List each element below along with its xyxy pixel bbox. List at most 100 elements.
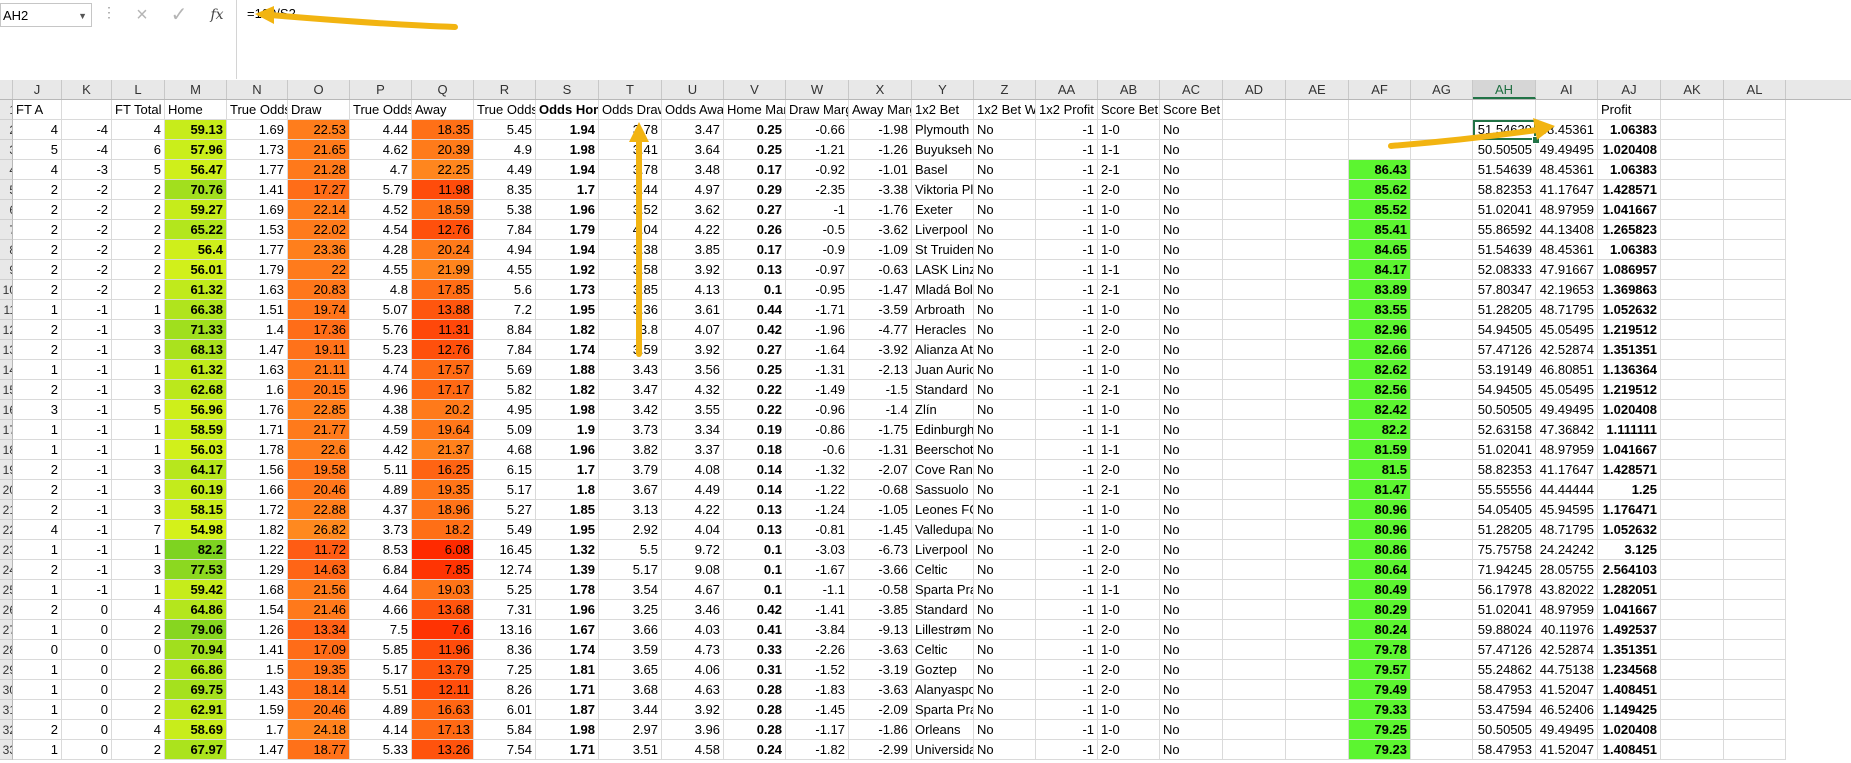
cell-r[interactable]: 8.26 bbox=[474, 680, 536, 700]
cell-k[interactable]: 0 bbox=[62, 720, 112, 740]
cell-x[interactable]: -2.99 bbox=[849, 740, 912, 760]
cell-ae[interactable] bbox=[1286, 600, 1349, 620]
cell-n[interactable]: 1.69 bbox=[227, 200, 288, 220]
cell-l[interactable]: 2 bbox=[112, 740, 165, 760]
cell-ag[interactable] bbox=[1411, 240, 1473, 260]
cell-ab[interactable]: 2-1 bbox=[1098, 380, 1160, 400]
cell-n[interactable]: 1.63 bbox=[227, 280, 288, 300]
cell-y[interactable]: Standard bbox=[912, 380, 974, 400]
cell-ak[interactable] bbox=[1661, 640, 1724, 660]
cell-al[interactable] bbox=[1724, 340, 1786, 360]
cell-ab[interactable]: 1-0 bbox=[1098, 120, 1160, 140]
cell-j[interactable]: 2 bbox=[13, 180, 62, 200]
cell-q[interactable]: 20.39 bbox=[412, 140, 474, 160]
cell-y[interactable]: Arbroath bbox=[912, 300, 974, 320]
cell-q[interactable]: 20.24 bbox=[412, 240, 474, 260]
cell-n[interactable]: 1.41 bbox=[227, 640, 288, 660]
cell-w[interactable]: -2.26 bbox=[786, 640, 849, 660]
cell-aj[interactable]: 1.408451 bbox=[1598, 740, 1661, 760]
cell-aa[interactable]: -1 bbox=[1036, 580, 1098, 600]
cell-k[interactable]: -1 bbox=[62, 380, 112, 400]
cell-ae[interactable] bbox=[1286, 120, 1349, 140]
cell-t[interactable]: 3.58 bbox=[599, 260, 662, 280]
cell-ad[interactable] bbox=[1223, 120, 1286, 140]
cell-p[interactable]: 4.89 bbox=[350, 480, 412, 500]
cell-n[interactable]: 1.54 bbox=[227, 600, 288, 620]
cell-ai[interactable]: 45.05495 bbox=[1536, 380, 1598, 400]
cell-ai[interactable]: 48.71795 bbox=[1536, 300, 1598, 320]
cell-y[interactable]: Sparta Prague bbox=[912, 700, 974, 720]
cell-af[interactable]: 81.59 bbox=[1349, 440, 1411, 460]
cell-ah[interactable]: 54.94505 bbox=[1473, 320, 1536, 340]
cell-j[interactable]: 1 bbox=[13, 700, 62, 720]
cell-p[interactable]: 4.66 bbox=[350, 600, 412, 620]
cell-k[interactable]: -1 bbox=[62, 520, 112, 540]
cell-p[interactable]: 4.14 bbox=[350, 720, 412, 740]
cell-m[interactable]: 59.27 bbox=[165, 200, 227, 220]
cell-al[interactable] bbox=[1724, 560, 1786, 580]
cell-l[interactable]: 1 bbox=[112, 540, 165, 560]
cell-al[interactable] bbox=[1724, 420, 1786, 440]
cell-ae[interactable] bbox=[1286, 380, 1349, 400]
cell-n[interactable]: 1.47 bbox=[227, 340, 288, 360]
cell-ad[interactable] bbox=[1223, 560, 1286, 580]
cell-ac[interactable]: No bbox=[1160, 560, 1223, 580]
cell-ah[interactable]: 51.54639 bbox=[1473, 120, 1536, 140]
cell-ab[interactable]: 1-0 bbox=[1098, 720, 1160, 740]
cell-z[interactable]: No bbox=[974, 640, 1036, 660]
cell-w[interactable]: -1.45 bbox=[786, 700, 849, 720]
cell-af[interactable]: 83.89 bbox=[1349, 280, 1411, 300]
cell-m[interactable]: 61.32 bbox=[165, 280, 227, 300]
cell-ai[interactable]: 42.52874 bbox=[1536, 640, 1598, 660]
cell-q[interactable]: 21.99 bbox=[412, 260, 474, 280]
cell-af[interactable]: 83.55 bbox=[1349, 300, 1411, 320]
column-label-cell[interactable] bbox=[1536, 100, 1598, 120]
cell-k[interactable]: 0 bbox=[62, 660, 112, 680]
cell-s[interactable]: 1.87 bbox=[536, 700, 599, 720]
cell-x[interactable]: -1.76 bbox=[849, 200, 912, 220]
cell-m[interactable]: 56.01 bbox=[165, 260, 227, 280]
cell-ab[interactable]: 1-1 bbox=[1098, 260, 1160, 280]
cell-t[interactable]: 3.65 bbox=[599, 660, 662, 680]
cell-y[interactable]: Liverpool bbox=[912, 540, 974, 560]
cell-l[interactable]: 2 bbox=[112, 180, 165, 200]
cell-ak[interactable] bbox=[1661, 720, 1724, 740]
cell-m[interactable]: 64.86 bbox=[165, 600, 227, 620]
cell-aj[interactable]: 1.492537 bbox=[1598, 620, 1661, 640]
column-header-y[interactable]: Y bbox=[912, 80, 974, 99]
column-label-cell[interactable] bbox=[1223, 100, 1286, 120]
cell-ag[interactable] bbox=[1411, 260, 1473, 280]
cell-z[interactable]: No bbox=[974, 560, 1036, 580]
row-header[interactable]: 23 bbox=[0, 540, 13, 560]
cell-aa[interactable]: -1 bbox=[1036, 720, 1098, 740]
cell-m[interactable]: 70.94 bbox=[165, 640, 227, 660]
cell-w[interactable]: -1.49 bbox=[786, 380, 849, 400]
column-label-cell[interactable] bbox=[1411, 100, 1473, 120]
cell-aj[interactable]: 1.149425 bbox=[1598, 700, 1661, 720]
cell-w[interactable]: -1.71 bbox=[786, 300, 849, 320]
cell-p[interactable]: 5.11 bbox=[350, 460, 412, 480]
cell-ab[interactable]: 1-1 bbox=[1098, 140, 1160, 160]
column-label-cell[interactable]: Odds Home bbox=[536, 100, 599, 120]
row-header[interactable]: 15 bbox=[0, 380, 13, 400]
cell-aa[interactable]: -1 bbox=[1036, 600, 1098, 620]
cell-ae[interactable] bbox=[1286, 420, 1349, 440]
cell-ab[interactable]: 2-0 bbox=[1098, 320, 1160, 340]
cell-k[interactable]: -2 bbox=[62, 260, 112, 280]
cell-v[interactable]: 0.13 bbox=[724, 260, 786, 280]
cell-z[interactable]: No bbox=[974, 140, 1036, 160]
cell-ai[interactable]: 48.71795 bbox=[1536, 520, 1598, 540]
cell-ab[interactable]: 1-0 bbox=[1098, 520, 1160, 540]
cell-q[interactable]: 18.59 bbox=[412, 200, 474, 220]
cell-y[interactable]: Basel bbox=[912, 160, 974, 180]
cell-t[interactable]: 3.42 bbox=[599, 400, 662, 420]
column-label-cell[interactable] bbox=[1724, 100, 1786, 120]
cell-v[interactable]: 0.1 bbox=[724, 540, 786, 560]
cell-ad[interactable] bbox=[1223, 480, 1286, 500]
cell-u[interactable]: 4.04 bbox=[662, 520, 724, 540]
cell-w[interactable]: -1.31 bbox=[786, 360, 849, 380]
cell-ae[interactable] bbox=[1286, 720, 1349, 740]
cell-ai[interactable]: 45.94595 bbox=[1536, 500, 1598, 520]
cell-x[interactable]: -0.63 bbox=[849, 260, 912, 280]
column-label-cell[interactable]: Score Bet Win bbox=[1160, 100, 1223, 120]
